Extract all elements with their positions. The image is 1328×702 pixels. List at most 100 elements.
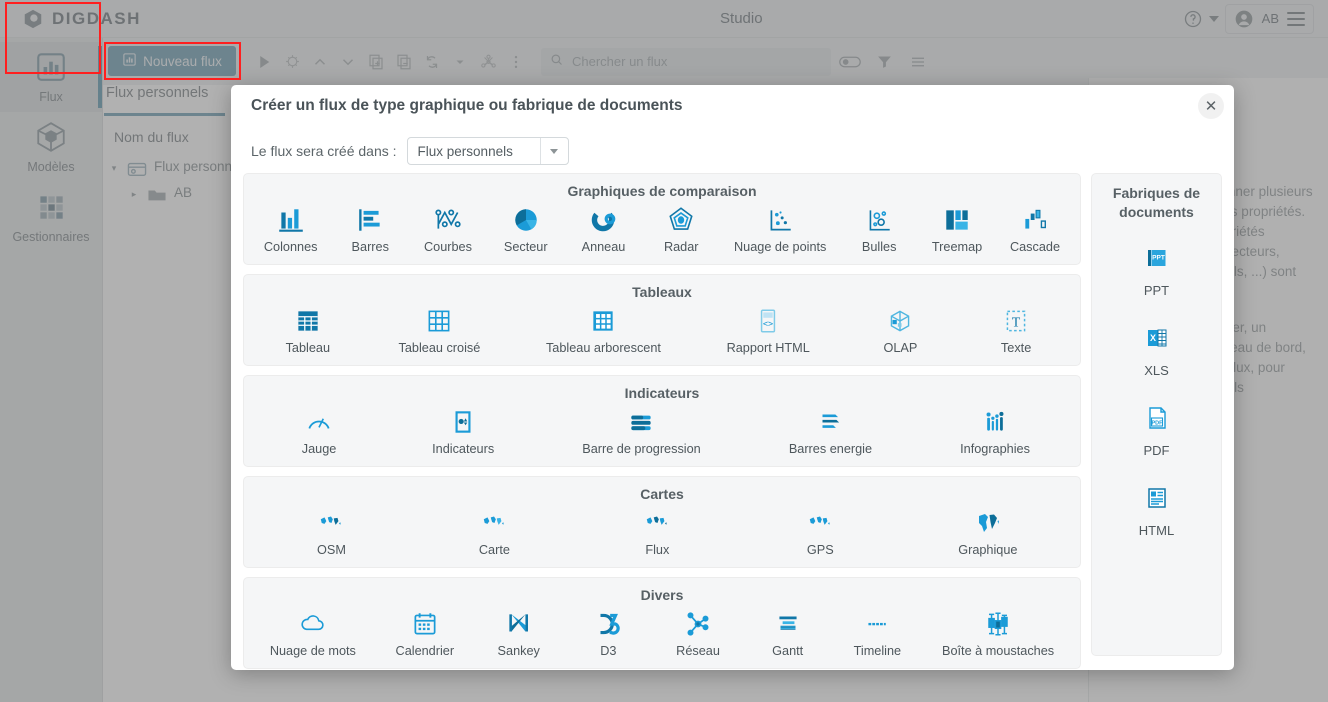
tile-boite-a-moustaches[interactable]: Boîte à moustaches (938, 607, 1058, 660)
tile-secteur[interactable]: Secteur (497, 203, 555, 256)
waterfall-chart-icon (1020, 205, 1050, 235)
tile-ppt[interactable]: PPT PPT (1098, 244, 1215, 298)
document-factories-column: Fabriques de documents PPT PPT X XLS PDF… (1091, 173, 1222, 656)
tile-indicateurs[interactable]: Indicateurs (428, 405, 498, 458)
tile-barre-de-progression[interactable]: Barre de progression (578, 405, 704, 458)
tile-bulles[interactable]: Bulles (850, 203, 908, 256)
tile-label: Barres (351, 240, 389, 254)
text-box-icon: T (1001, 306, 1031, 336)
tile-label: Carte (478, 543, 510, 557)
tile-tableau[interactable]: Tableau (279, 304, 337, 357)
tile-flux[interactable]: Flux (628, 506, 686, 559)
group-maps: Cartes OSM Carte Flux GPS Graphique (243, 476, 1081, 568)
tile-pdf[interactable]: PDF PDF (1098, 404, 1215, 458)
line-chart-icon (433, 205, 463, 235)
svg-text:PDF: PDF (1151, 421, 1163, 427)
tile-gantt[interactable]: Gantt (759, 607, 817, 660)
tile-olap[interactable]: OLAP (871, 304, 929, 357)
tile-gps[interactable]: GPS (791, 506, 849, 559)
tile-jauge[interactable]: Jauge (290, 405, 348, 458)
cloud-icon (298, 609, 328, 639)
tile-rapport-html[interactable]: <> Rapport HTML (723, 304, 814, 357)
svg-text:X: X (1149, 333, 1155, 343)
tile-label: Rapport HTML (726, 341, 810, 355)
html-file-icon (1143, 484, 1171, 517)
tile-reseau[interactable]: Réseau (669, 607, 727, 660)
destination-label: Le flux sera créé dans : (251, 143, 397, 159)
tile-label: Tableau croisé (398, 341, 481, 355)
group-comparison-charts: Graphiques de comparaison Colonnes Barre… (243, 173, 1081, 265)
tile-label: Courbes (424, 240, 472, 254)
group-tables: Tableaux Tableau Tableau croisé Tableau … (243, 274, 1081, 366)
tile-courbes[interactable]: Courbes (419, 203, 477, 256)
tile-label: Tableau arborescent (545, 341, 661, 355)
tile-label: Graphique (958, 543, 1018, 557)
destination-value: Flux personnels (417, 143, 513, 159)
tile-label: Jauge (301, 442, 337, 456)
kpi-indicator-icon (448, 407, 478, 437)
world-map-icon (807, 508, 833, 538)
dialog-body: Graphiques de comparaison Colonnes Barre… (243, 173, 1222, 669)
tile-label: HTML (1138, 523, 1175, 538)
tile-texte[interactable]: T Texte (987, 304, 1045, 357)
tile-label: Réseau (676, 644, 720, 658)
energy-bars-icon (815, 407, 845, 437)
tile-label: Secteur (503, 240, 548, 254)
tile-label: Anneau (581, 240, 626, 254)
destination-row: Le flux sera créé dans : Flux personnels (251, 137, 569, 165)
tile-label: XLS (1144, 363, 1169, 378)
tile-d3[interactable]: D3 (579, 607, 637, 660)
tile-timeline[interactable]: Timeline (848, 607, 906, 660)
application-window: DIGDASH Studio AB (0, 0, 1328, 702)
pivot-table-icon (424, 306, 454, 336)
tile-tableau-arborescent[interactable]: Tableau arborescent (542, 304, 665, 357)
tile-label: OLAP (883, 341, 918, 355)
olap-cube-icon (885, 306, 915, 336)
tile-label: Cascade (1009, 240, 1061, 254)
treemap-icon (942, 205, 972, 235)
tile-barres[interactable]: Barres (341, 203, 399, 256)
tile-label: PDF (1143, 443, 1170, 458)
tile-label: PPT (1143, 283, 1170, 298)
pdf-file-icon: PDF (1143, 404, 1171, 437)
progress-bar-icon (626, 407, 656, 437)
tile-barres-energie[interactable]: Barres energie (785, 405, 876, 458)
document-factories-panel: Fabriques de documents PPT PPT X XLS PDF… (1091, 173, 1222, 656)
tile-nuage-de-mots[interactable]: Nuage de mots (266, 607, 360, 660)
destination-select[interactable]: Flux personnels (406, 137, 569, 165)
world-map-filled-icon (974, 508, 1002, 538)
tile-cascade[interactable]: Cascade (1006, 203, 1064, 256)
close-icon[interactable]: ✕ (1198, 93, 1224, 119)
tile-nuage-de-points[interactable]: Nuage de points (730, 203, 830, 256)
tile-tableau-croise[interactable]: Tableau croisé (394, 304, 484, 357)
tile-treemap[interactable]: Treemap (928, 203, 986, 256)
donut-chart-icon (588, 205, 618, 235)
tile-label: D3 (600, 644, 617, 658)
gauge-icon (304, 407, 334, 437)
tile-label: Timeline (853, 644, 902, 658)
tile-osm[interactable]: OSM (302, 506, 360, 559)
tile-label: Infographies (960, 442, 1030, 456)
tile-graphique[interactable]: Graphique (954, 506, 1021, 559)
tile-label: Treemap (931, 240, 983, 254)
tile-anneau[interactable]: Anneau (574, 203, 632, 256)
tile-label: Barre de progression (582, 442, 701, 456)
tile-label: Boîte à moustaches (942, 644, 1055, 658)
tree-table-icon (588, 306, 618, 336)
tile-label: Radar (663, 240, 699, 254)
svg-text:PPT: PPT (1152, 255, 1165, 262)
sankey-icon (504, 609, 534, 639)
tile-calendrier[interactable]: Calendrier (392, 607, 459, 660)
tile-xls[interactable]: X XLS (1098, 324, 1215, 378)
tile-label: Gantt (772, 644, 804, 658)
tile-colonnes[interactable]: Colonnes (260, 203, 322, 256)
tile-radar[interactable]: Radar (652, 203, 710, 256)
tile-infographies[interactable]: Infographies (956, 405, 1034, 458)
chevron-down-icon[interactable] (539, 138, 568, 164)
timeline-icon (862, 609, 892, 639)
group-title: Divers (640, 587, 684, 603)
tile-sankey[interactable]: Sankey (490, 607, 548, 660)
tile-html[interactable]: HTML (1098, 484, 1215, 538)
world-map-icon (644, 508, 670, 538)
tile-carte[interactable]: Carte (465, 506, 523, 559)
